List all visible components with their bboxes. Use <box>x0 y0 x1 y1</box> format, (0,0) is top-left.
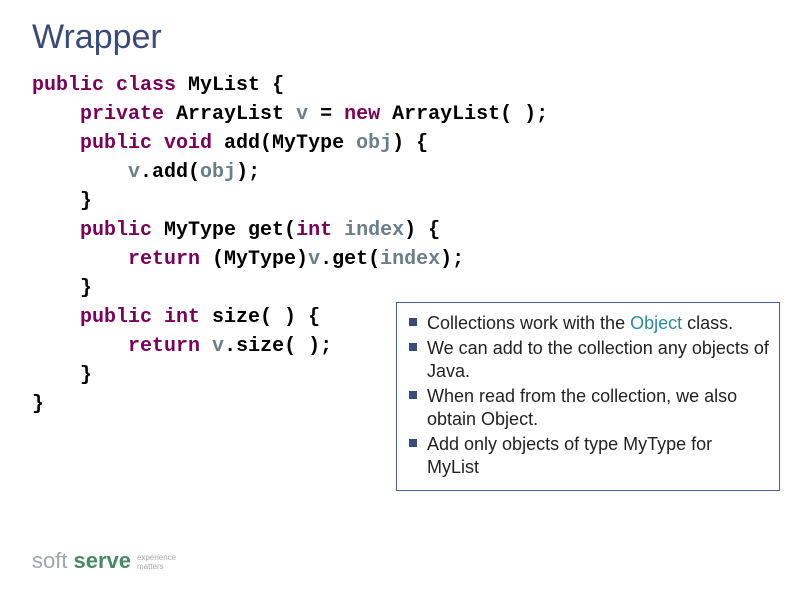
param-name: obj <box>356 132 392 155</box>
param-name: index <box>344 219 404 242</box>
punct: ); <box>440 248 464 271</box>
cast: (MyType) <box>200 248 308 271</box>
callout-text: We can add to the collection any objects… <box>427 338 769 381</box>
method-decl: size( ) { <box>200 306 320 329</box>
code-line: public MyType get(int index) { <box>32 219 440 242</box>
callout-box: Collections work with the Object class. … <box>396 302 780 491</box>
callout-item: Collections work with the Object class. <box>407 311 769 336</box>
var-name: v <box>128 161 140 184</box>
method-call: .size( ); <box>224 335 332 358</box>
code-line: return v.size( ); <box>32 335 332 358</box>
arg-name: obj <box>200 161 236 184</box>
keyword: public <box>80 219 152 242</box>
code-line: public int size( ) { <box>32 306 320 329</box>
punct-brace: { <box>260 74 284 97</box>
logo-tagline: experiencematters <box>137 554 176 574</box>
keyword: return <box>128 335 200 358</box>
arg-name: index <box>380 248 440 271</box>
logo-serve: serve <box>73 548 131 574</box>
punct-brace: } <box>80 364 92 387</box>
equals: = <box>308 103 344 126</box>
keyword: public int <box>80 306 200 329</box>
callout-item: When read from the collection, we also o… <box>407 384 769 432</box>
callout-text: Add only objects of type MyType for MyLi… <box>427 434 712 477</box>
space <box>200 335 212 358</box>
keyword: new <box>344 103 380 126</box>
code-line: public void add(MyType obj) { <box>32 132 428 155</box>
punct: ); <box>236 161 260 184</box>
punct-brace: } <box>80 277 92 300</box>
type-name: ArrayList <box>164 103 296 126</box>
code-line: } <box>32 393 44 416</box>
punct-brace: } <box>32 393 44 416</box>
punct: ) { <box>392 132 428 155</box>
var-name: v <box>308 248 320 271</box>
code-line: public class MyList { <box>32 74 284 97</box>
punct: ) { <box>404 219 440 242</box>
callout-text: class. <box>682 313 733 333</box>
keyword: public void <box>80 132 212 155</box>
callout-text: When read from the collection, we also o… <box>427 386 737 429</box>
punct-brace: } <box>80 190 92 213</box>
method-call: .add( <box>140 161 200 184</box>
softserve-logo: softserve experiencematters <box>32 548 176 574</box>
space <box>332 219 344 242</box>
code-line: } <box>32 364 92 387</box>
callout-item: Add only objects of type MyType for MyLi… <box>407 432 769 480</box>
callout-text: Collections work with the <box>427 313 630 333</box>
class-name: MyList <box>188 74 260 97</box>
keyword: return <box>128 248 200 271</box>
method-decl: add(MyType <box>212 132 356 155</box>
code-line: private ArrayList v = new ArrayList( ); <box>32 103 548 126</box>
keyword: public class <box>32 74 176 97</box>
logo-soft: soft <box>32 548 67 574</box>
callout-list: Collections work with the Object class. … <box>407 311 769 480</box>
keyword: private <box>80 103 164 126</box>
slide-title: Wrapper <box>0 0 800 67</box>
var-name: v <box>212 335 224 358</box>
code-line: } <box>32 277 92 300</box>
code-line: v.add(obj); <box>32 161 260 184</box>
ctor-call: ArrayList( ); <box>380 103 548 126</box>
method-call: .get( <box>320 248 380 271</box>
class-name <box>176 74 188 97</box>
var-name: v <box>296 103 308 126</box>
callout-item: We can add to the collection any objects… <box>407 336 769 384</box>
keyword: int <box>296 219 332 242</box>
method-decl: MyType get( <box>152 219 296 242</box>
callout-highlight: Object <box>630 313 682 333</box>
code-line: } <box>32 190 92 213</box>
code-line: return (MyType)v.get(index); <box>32 248 464 271</box>
logo-tag-line2: matters <box>137 562 164 571</box>
